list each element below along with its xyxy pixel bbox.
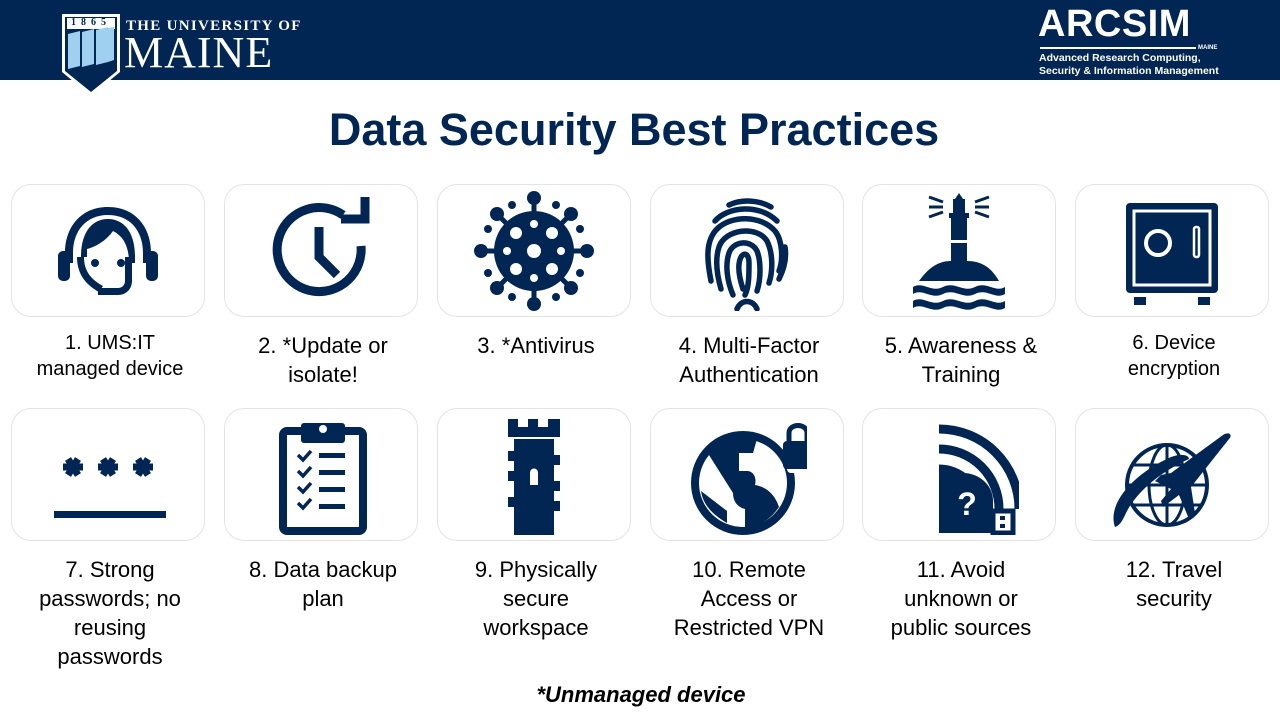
- practice-card-7: [11, 408, 205, 541]
- label-line: public sources: [890, 615, 1032, 640]
- practice-card-11: ?: [862, 408, 1056, 541]
- practice-label-5: 5. Awareness & Training: [854, 331, 1068, 389]
- tower-icon: [508, 419, 560, 535]
- practice-card-9: [437, 408, 631, 541]
- label-line: isolate!: [288, 362, 358, 387]
- label-line: Restricted VPN: [673, 615, 825, 640]
- practice-card-3: [437, 184, 631, 317]
- practice-label-10: 10. Remote Access or Restricted VPN: [642, 555, 856, 642]
- label-line: 7. Strong: [65, 557, 155, 582]
- footnote: *Unmanaged device: [536, 682, 746, 707]
- label-line: 4. Multi-Factor: [678, 333, 820, 358]
- practice-label-7: 7. Strong passwords; no reusing password…: [3, 555, 217, 671]
- practice-label-8: 8. Data backup plan: [216, 555, 430, 613]
- label-line: 2. *Update or: [258, 333, 388, 358]
- practice-card-2: [224, 184, 418, 317]
- label-line: plan: [302, 586, 344, 611]
- password-asterisks-icon: [54, 457, 166, 518]
- practice-label-2: 2. *Update or isolate!: [216, 331, 430, 389]
- usb-wireless-question-icon: ?: [938, 424, 1019, 535]
- practice-card-6: [1075, 184, 1269, 317]
- clock-refresh-icon: [272, 197, 370, 297]
- label-line: 11. Avoid: [916, 557, 1006, 582]
- arcsim-maine-tag: MAINE: [1198, 45, 1218, 51]
- clipboard-checklist-icon: [279, 423, 367, 535]
- virus-icon: [474, 191, 594, 311]
- practice-label-4: 4. Multi-Factor Authentication: [642, 331, 856, 389]
- fingerprint-icon: [705, 198, 789, 311]
- label-line: passwords: [57, 644, 163, 669]
- arcsim-subtitle-line2: Security & Information Management: [1039, 65, 1219, 77]
- practice-card-10: [650, 408, 844, 541]
- label-line: passwords; no: [39, 586, 181, 611]
- globe-airplane-icon: [1113, 433, 1231, 527]
- university-founding-year: 1865: [71, 17, 111, 28]
- label-line: 5. Awareness &: [884, 333, 1038, 358]
- practice-label-3: 3. *Antivirus: [429, 331, 643, 360]
- label-line: 6. Device: [1132, 332, 1216, 354]
- label-line: 12. Travel: [1125, 557, 1223, 582]
- label-line: 1. UMS:IT: [64, 332, 155, 354]
- globe-lock-icon: [691, 423, 807, 535]
- label-line: reusing: [73, 615, 147, 640]
- arcsim-title: ARCSIM: [1038, 3, 1191, 45]
- practice-label-11: 11. Avoid unknown or public sources: [854, 555, 1068, 642]
- label-line: encryption: [1127, 358, 1221, 380]
- safe-icon: [1126, 203, 1218, 305]
- practice-label-9: 9. Physically secure workspace: [429, 555, 643, 642]
- university-of-maine-logo: 1865 THE UNIVERSITY OF MAINE: [62, 14, 302, 96]
- svg-text:?: ?: [957, 486, 977, 522]
- label-line: 8. Data backup: [249, 557, 397, 582]
- page-title: Data Security Best Practices: [328, 104, 940, 155]
- practice-label-6: 6. Device encryption: [1067, 330, 1280, 382]
- university-name-line2: MAINE: [124, 28, 274, 77]
- headset-support-icon: [58, 207, 158, 295]
- label-line: Training: [921, 362, 1001, 387]
- practice-card-4: [650, 184, 844, 317]
- arcsim-subtitle-line1: Advanced Research Computing,: [1039, 52, 1201, 64]
- header-bar: 1865 THE UNIVERSITY OF MAINE ARCSIM MAIN…: [0, 0, 1280, 96]
- practice-card-12: [1075, 408, 1269, 541]
- practice-card-8: [224, 408, 418, 541]
- practice-label-12: 12. Travel security: [1067, 555, 1280, 613]
- label-line: Access or: [700, 586, 798, 611]
- practice-label-1: 1. UMS:IT managed device: [3, 330, 217, 382]
- label-line: 9. Physically: [474, 557, 598, 582]
- label-line: managed device: [36, 358, 184, 380]
- practice-card-1: [11, 184, 205, 317]
- label-line: 10. Remote: [692, 557, 806, 582]
- label-line: Authentication: [679, 362, 819, 387]
- label-line: workspace: [483, 615, 589, 640]
- label-line: security: [1136, 586, 1212, 611]
- arcsim-divider: [1040, 47, 1196, 49]
- arcsim-logo: ARCSIM MAINE Advanced Research Computing…: [1034, 3, 1224, 77]
- practice-card-5: [862, 184, 1056, 317]
- label-line: 3. *Antivirus: [477, 333, 595, 358]
- label-line: secure: [502, 586, 570, 611]
- label-line: unknown or: [904, 586, 1018, 611]
- lighthouse-icon: [913, 193, 1005, 310]
